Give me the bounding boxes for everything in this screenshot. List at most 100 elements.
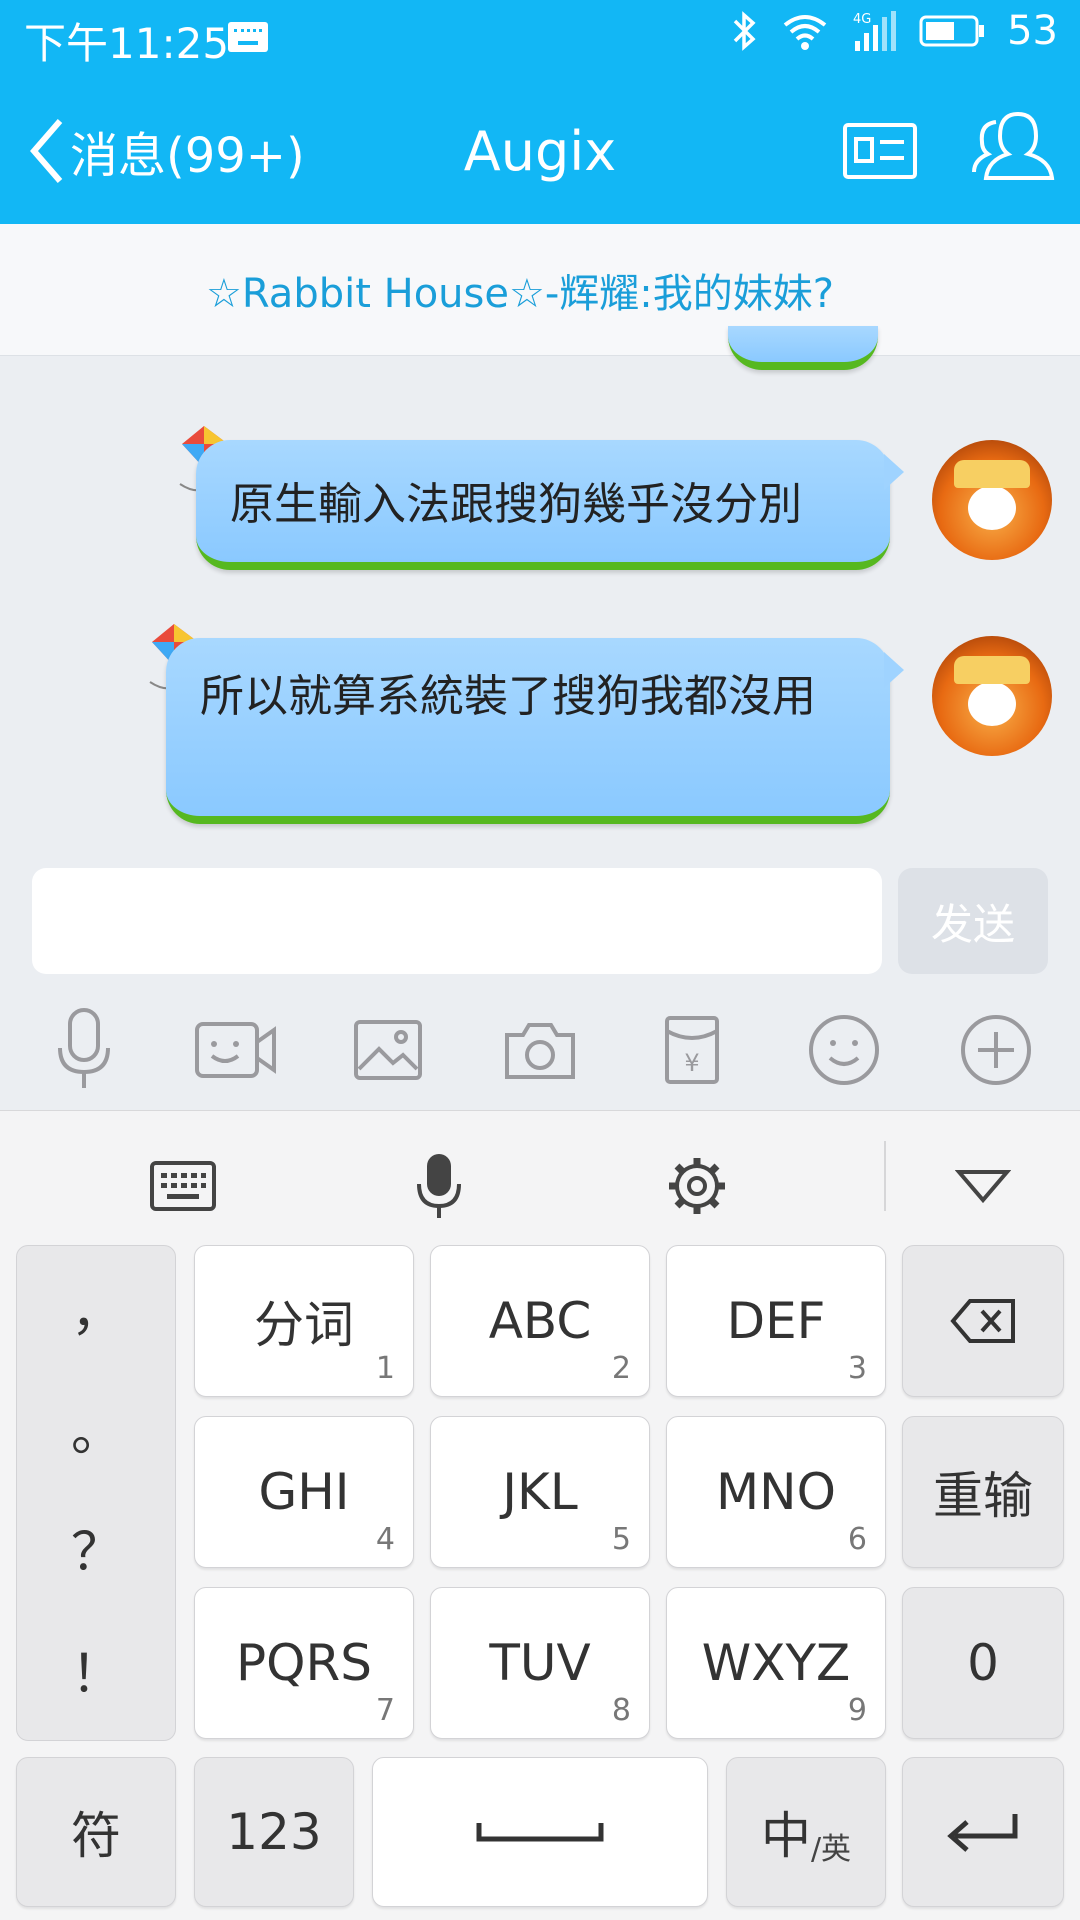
keyboard-collapse-button[interactable] <box>938 1141 1028 1231</box>
backspace-icon <box>950 1299 1015 1343</box>
svg-text:¥: ¥ <box>684 1049 699 1077</box>
punct-period[interactable]: 。 <box>17 1390 177 1465</box>
key-label: ABC <box>488 1292 592 1350</box>
space-key[interactable] <box>372 1757 708 1907</box>
backspace-key[interactable] <box>902 1245 1064 1397</box>
bluetooth-icon <box>733 11 756 51</box>
message-bubble-partial <box>728 326 878 370</box>
image-icon <box>354 1020 422 1080</box>
group-notice-banner[interactable]: ☆Rabbit House☆-辉耀:我的妹妹? <box>0 224 1080 356</box>
number-mode-key[interactable]: 123 <box>194 1757 354 1907</box>
image-button[interactable] <box>338 1000 438 1100</box>
zero-key[interactable]: 0 <box>902 1587 1064 1739</box>
message-input[interactable] <box>32 868 882 974</box>
contacts-button[interactable] <box>972 106 1056 194</box>
signal-icon: 4G <box>853 11 897 51</box>
emoji-icon <box>809 1015 879 1085</box>
camera-icon <box>505 1023 575 1079</box>
reinput-key[interactable]: 重输 <box>902 1416 1064 1568</box>
key-6[interactable]: MNO 6 <box>666 1416 886 1568</box>
chat-tools-row: ¥ <box>0 1000 1080 1110</box>
key-7[interactable]: PQRS 7 <box>194 1587 414 1739</box>
key-8[interactable]: TUV 8 <box>430 1587 650 1739</box>
chat-header: 消息(99+) Augix <box>0 76 1080 224</box>
ime-keyboard: ， 。 ？ ！ 分词 1 ABC 2 DEF 3 GHI 4 JKL 5 MNO… <box>0 1110 1080 1920</box>
svg-text:4G: 4G <box>853 12 871 27</box>
mic-icon <box>417 1154 461 1218</box>
group-notice-text: ☆Rabbit House☆-辉耀:我的妹妹? <box>206 270 834 317</box>
keyboard-switch-button[interactable] <box>138 1141 228 1231</box>
key-number: 2 <box>611 1351 631 1386</box>
red-packet-icon: ¥ <box>665 1016 719 1084</box>
key-number: 8 <box>611 1693 631 1728</box>
message-bubble[interactable]: 所以就算系統裝了搜狗我都沒用 <box>166 638 904 824</box>
battery-level: 53 <box>1007 8 1058 54</box>
key-number: 6 <box>847 1522 867 1557</box>
keyboard-settings-button[interactable] <box>652 1141 742 1231</box>
key-label: PQRS <box>236 1634 372 1692</box>
key-1[interactable]: 分词 1 <box>194 1245 414 1397</box>
key-label: DEF <box>726 1292 826 1350</box>
key-label: WXYZ <box>701 1634 851 1692</box>
key-4[interactable]: GHI 4 <box>194 1416 414 1568</box>
key-9[interactable]: WXYZ 9 <box>666 1587 886 1739</box>
voice-icon <box>58 1008 110 1088</box>
key-label: 中 <box>760 1807 811 1865</box>
key-label: GHI <box>258 1463 350 1521</box>
status-bar: 下午11:25 4G 53 <box>0 0 1080 76</box>
key-label: 分词 <box>254 1296 354 1354</box>
key-number: 9 <box>847 1693 867 1728</box>
key-2[interactable]: ABC 2 <box>430 1245 650 1397</box>
avatar[interactable] <box>932 636 1052 756</box>
keyboard-indicator-icon <box>228 22 268 52</box>
message-text: 所以就算系統裝了搜狗我都沒用 <box>200 671 816 722</box>
key-number: 1 <box>375 1351 395 1386</box>
key-number: 4 <box>375 1522 395 1557</box>
key-label: 符 <box>71 1807 121 1865</box>
collapse-icon <box>955 1170 1011 1204</box>
avatar[interactable] <box>932 440 1052 560</box>
more-button[interactable] <box>946 1000 1046 1100</box>
punct-comma[interactable]: ， <box>17 1270 177 1345</box>
contacts-icon <box>972 111 1055 180</box>
emoji-button[interactable] <box>794 1000 894 1100</box>
punct-exclaim[interactable]: ！ <box>17 1632 177 1707</box>
keyboard-icon <box>150 1161 216 1211</box>
key-label: JKL <box>502 1463 578 1521</box>
plus-icon <box>961 1015 1031 1085</box>
key-3[interactable]: DEF 3 <box>666 1245 886 1397</box>
keyboard-voice-button[interactable] <box>394 1141 484 1231</box>
enter-key[interactable] <box>902 1757 1064 1907</box>
profile-card-button[interactable] <box>842 122 918 184</box>
send-button[interactable]: 发送 <box>898 868 1048 974</box>
chat-title: Augix <box>463 120 617 183</box>
toolbar-divider <box>884 1141 886 1211</box>
key-number: 7 <box>375 1693 395 1728</box>
red-packet-button[interactable]: ¥ <box>642 1000 742 1100</box>
key-label: 0 <box>967 1634 999 1692</box>
message-bubble[interactable]: 原生輸入法跟搜狗幾乎沒分別 <box>196 440 904 570</box>
voice-button[interactable] <box>34 1000 134 1100</box>
key-number: 3 <box>847 1351 867 1386</box>
punct-question[interactable]: ？ <box>17 1510 177 1585</box>
key-label: 123 <box>226 1803 322 1861</box>
settings-icon <box>669 1158 725 1214</box>
punctuation-column[interactable]: ， 。 ？ ！ <box>16 1245 176 1741</box>
video-icon <box>195 1022 276 1078</box>
video-call-button[interactable] <box>186 1000 286 1100</box>
key-label: TUV <box>489 1634 591 1692</box>
key-number: 5 <box>611 1522 631 1557</box>
space-icon <box>476 1823 604 1842</box>
wifi-icon <box>783 15 827 50</box>
battery-icon <box>919 15 985 47</box>
message-text: 原生輸入法跟搜狗幾乎沒分別 <box>230 479 802 530</box>
key-5[interactable]: JKL 5 <box>430 1416 650 1568</box>
enter-icon <box>947 1814 1018 1852</box>
language-switch-key[interactable]: 中 /英 <box>726 1757 886 1907</box>
profile-card-icon <box>843 123 917 179</box>
camera-button[interactable] <box>490 1000 590 1100</box>
key-label: MNO <box>716 1463 836 1521</box>
symbol-key[interactable]: 符 <box>16 1757 176 1907</box>
key-label: 重输 <box>933 1467 1033 1525</box>
status-time: 下午11:25 <box>24 19 230 68</box>
